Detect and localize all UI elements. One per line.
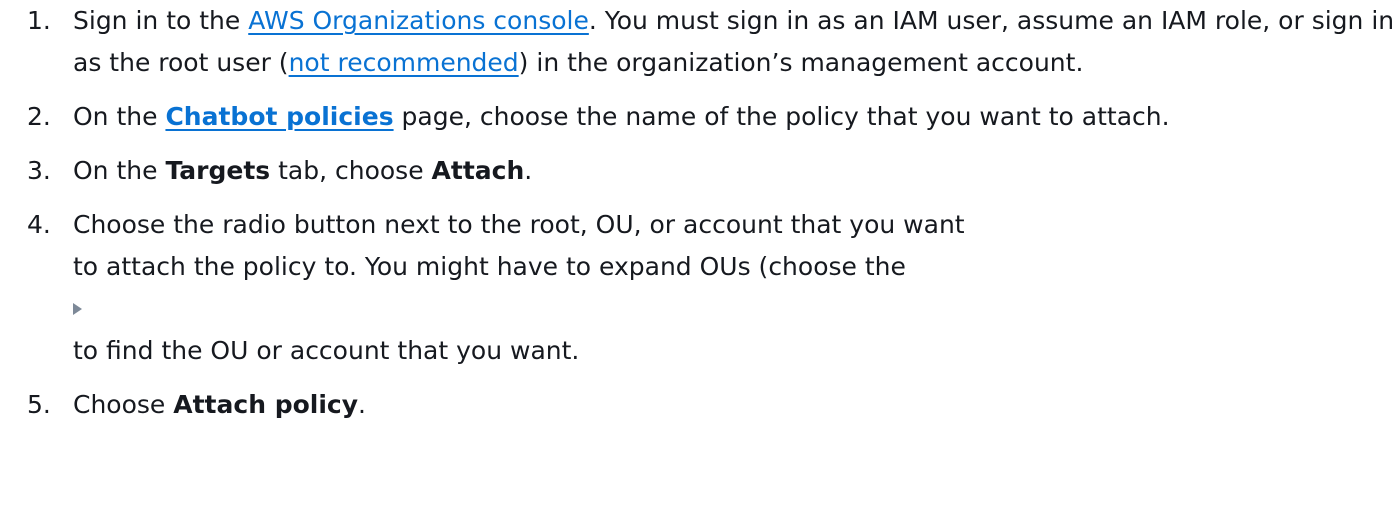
step-number: 4.: [27, 210, 51, 239]
step-text: .: [524, 156, 533, 185]
step-number: 3.: [27, 156, 51, 185]
caret-line: [73, 288, 1395, 330]
step-5: 5. Choose Attach policy.: [0, 384, 1395, 426]
steps-list: 1. Sign in to the AWS Organizations cons…: [0, 0, 1395, 426]
attach-label: Attach: [431, 156, 525, 185]
step-text: Choose: [73, 390, 174, 419]
not-recommended-link[interactable]: not recommended: [289, 48, 519, 77]
step-text: tab, choose: [270, 156, 432, 185]
step-text: On the: [73, 102, 166, 131]
step-1: 1. Sign in to the AWS Organizations cons…: [0, 0, 1395, 84]
chatbot-policies-label: Chatbot policies: [165, 102, 394, 131]
step-text-line-3: to find the OU or account that you want.: [73, 336, 580, 365]
step-text: .: [358, 390, 366, 419]
step-text: ) in the organization’s management accou…: [518, 48, 1084, 77]
step-text: On the: [73, 156, 166, 185]
chatbot-policies-link[interactable]: Chatbot policies: [165, 102, 393, 131]
step-4: 4. Choose the radio button next to the r…: [0, 204, 1395, 372]
attach-policy-label: Attach policy: [173, 390, 359, 419]
step-text-line-1: Choose the radio button next to the root…: [73, 210, 965, 239]
step-number: 1.: [27, 6, 51, 35]
step-text: Sign in to the: [73, 6, 249, 35]
caret-right-icon: [73, 303, 82, 315]
step-text: page, choose the name of the policy that…: [393, 102, 1170, 131]
targets-tab-label: Targets: [165, 156, 271, 185]
step-3: 3. On the Targets tab, choose Attach.: [0, 150, 1395, 192]
step-number: 5.: [27, 390, 51, 419]
step-text-line-2: to attach the policy to. You might have …: [73, 252, 906, 281]
step-2: 2. On the Chatbot policies page, choose …: [0, 96, 1395, 138]
step-number: 2.: [27, 102, 51, 131]
organizations-console-link[interactable]: AWS Organizations console: [248, 6, 589, 35]
